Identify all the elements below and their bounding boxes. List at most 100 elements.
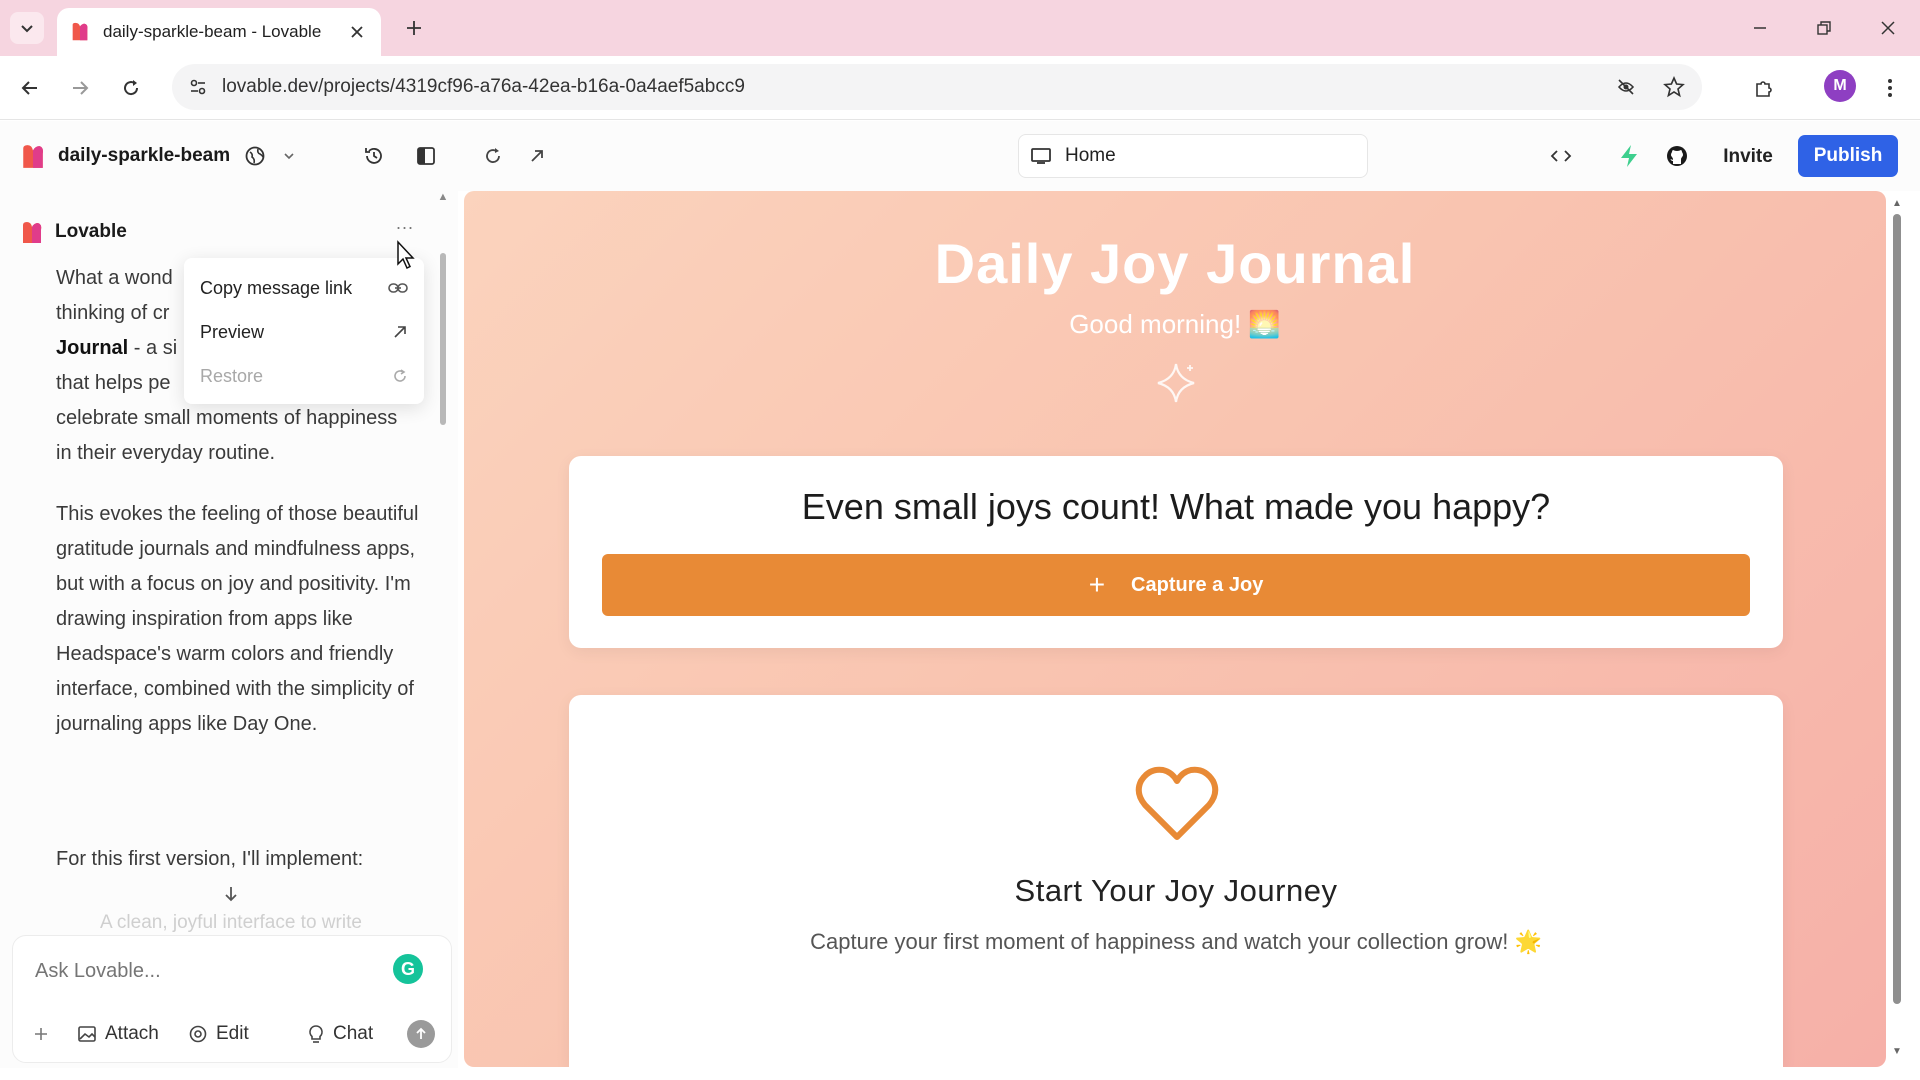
code-icon (1550, 150, 1572, 162)
tracking-protection-button[interactable] (1606, 67, 1646, 107)
invite-button[interactable]: Invite (1706, 137, 1790, 177)
menu-item-preview[interactable]: Preview (184, 310, 424, 354)
chat-scroll-up-arrow[interactable]: ▲ (436, 191, 450, 205)
eye-off-icon (1617, 79, 1635, 95)
sparkle-icon (1157, 363, 1195, 403)
capture-joy-button[interactable]: + Capture a Joy (602, 554, 1750, 616)
chat-mode-button[interactable]: Chat (307, 1018, 373, 1050)
lightbulb-icon (309, 1025, 323, 1043)
empty-state-text: Capture your first moment of happiness a… (810, 929, 1542, 954)
attach-button[interactable]: Attach (77, 1018, 159, 1050)
arrow-down-icon (225, 887, 237, 902)
github-button[interactable] (1660, 139, 1694, 173)
arrow-right-icon (73, 81, 89, 95)
arrow-up-icon (416, 1027, 426, 1039)
minimize-icon (1754, 27, 1766, 29)
refresh-icon (486, 148, 500, 163)
chat-scrollbar[interactable] (440, 253, 446, 425)
star-icon (1663, 76, 1685, 98)
menu-item-label: Restore (200, 365, 264, 386)
menu-item-label: Preview (200, 321, 265, 342)
back-button[interactable] (12, 70, 48, 106)
lightning-icon (1621, 145, 1637, 167)
tab-close-button[interactable] (343, 18, 371, 46)
empty-state-card: Start Your Joy Journey Capture your firs… (569, 695, 1783, 1067)
message-more-button[interactable]: ... (390, 213, 420, 239)
arrow-up-right-icon (394, 326, 406, 338)
globe-icon (245, 146, 265, 166)
project-name[interactable]: daily-sparkle-beam (58, 145, 230, 167)
monitor-icon (1031, 148, 1051, 164)
lovable-favicon-icon (72, 22, 88, 41)
empty-state-title: Start Your Joy Journey (1014, 873, 1338, 908)
minimize-button[interactable] (1740, 10, 1780, 46)
omnibox[interactable]: lovable.dev/projects/4319cf96-a76a-42ea-… (172, 64, 1702, 110)
supabase-button[interactable] (1612, 139, 1646, 173)
history-button[interactable] (357, 139, 391, 173)
url-text[interactable]: lovable.dev/projects/4319cf96-a76a-42ea-… (222, 76, 1606, 98)
chat-composer: G Attach Edit Chat (12, 935, 452, 1063)
mouse-cursor-icon (397, 240, 415, 270)
send-button[interactable] (407, 1020, 435, 1048)
forward-button[interactable] (62, 70, 98, 106)
restore-window-icon (1817, 21, 1831, 35)
browser-address-bar: lovable.dev/projects/4319cf96-a76a-42ea-… (0, 56, 1920, 120)
open-in-new-tab-button[interactable] (520, 139, 554, 173)
plus-icon: + (1088, 569, 1106, 600)
profile-avatar[interactable]: M (1824, 70, 1856, 102)
visibility-button[interactable] (238, 139, 272, 173)
message-line: celebrate small moments of happiness in … (56, 407, 398, 464)
puzzle-icon (1756, 81, 1772, 97)
browser-tab-bar: daily-sparkle-beam - Lovable (0, 0, 1920, 56)
add-button[interactable] (33, 1018, 49, 1050)
grammarly-icon[interactable]: G (393, 954, 423, 984)
close-icon (1881, 21, 1895, 35)
message-text: - a si (128, 337, 178, 359)
lovable-logo-icon (23, 145, 43, 168)
route-selector[interactable]: Home (1018, 134, 1368, 178)
restore-window-button[interactable] (1804, 10, 1844, 46)
message-context-menu: Copy message link Preview Restore (184, 258, 424, 404)
lovable-logo-icon (23, 222, 42, 243)
toggle-sidebar-button[interactable] (409, 139, 443, 173)
tab-search-button[interactable] (10, 12, 44, 44)
close-icon (351, 26, 363, 38)
capture-joy-label: Capture a Joy (1131, 573, 1264, 596)
message-paragraph-3: For this first version, I'll implement: (56, 848, 364, 870)
reload-button[interactable] (113, 70, 149, 106)
scroll-to-bottom-button[interactable] (216, 879, 246, 909)
chevron-down-icon (284, 153, 294, 160)
preview-greeting: Good morning! 🌅 (1069, 309, 1281, 339)
bookmark-star-button[interactable] (1654, 67, 1694, 107)
attach-label: Attach (105, 1023, 159, 1044)
heart-icon (1135, 766, 1219, 840)
edit-button[interactable]: Edit (188, 1018, 249, 1050)
message-faded-line: A clean, joyful interface to write (100, 912, 362, 933)
editor-toolbar: daily-sparkle-beam Home Invite Publish (0, 121, 1920, 191)
new-tab-button[interactable] (398, 12, 430, 44)
browser-tab-active[interactable]: daily-sparkle-beam - Lovable (57, 8, 381, 56)
preview-scroll-up-arrow[interactable]: ▲ (1889, 198, 1905, 210)
extensions-button[interactable] (1746, 70, 1782, 106)
capture-prompt: Even small joys count! What made you hap… (801, 486, 1551, 527)
project-dropdown-button[interactable] (272, 139, 306, 173)
browser-menu-button[interactable] (1872, 70, 1908, 106)
preview-scrollbar[interactable] (1893, 214, 1901, 1004)
capture-card: Even small joys count! What made you hap… (569, 456, 1783, 648)
close-window-button[interactable] (1868, 10, 1908, 46)
plus-icon (35, 1028, 47, 1040)
route-label: Home (1065, 145, 1116, 166)
site-info-button[interactable] (178, 64, 218, 110)
preview-scroll-down-arrow[interactable]: ▼ (1889, 1046, 1905, 1058)
menu-item-copy-message-link[interactable]: Copy message link (184, 266, 424, 310)
code-view-button[interactable] (1544, 139, 1578, 173)
restore-icon (394, 369, 406, 382)
refresh-preview-button[interactable] (476, 139, 510, 173)
chat-input[interactable] (35, 960, 375, 983)
chevron-down-icon (21, 25, 33, 33)
publish-button[interactable]: Publish (1798, 135, 1898, 177)
link-icon (388, 283, 408, 293)
menu-item-restore: Restore (184, 354, 424, 398)
preview-title: Daily Joy Journal (934, 232, 1416, 295)
message-paragraph-2: This evokes the feeling of those beautif… (56, 503, 419, 735)
